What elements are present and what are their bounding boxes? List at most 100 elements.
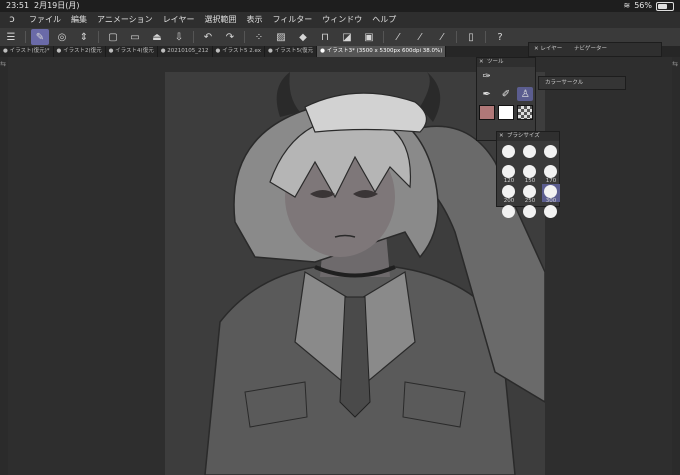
expand-icon[interactable]: ⇕ <box>75 29 93 45</box>
stabilizer-low-icon[interactable]: ⁄ <box>389 29 407 45</box>
toolbar-divider <box>193 31 194 43</box>
menu-file[interactable]: ファイル <box>24 12 66 28</box>
modifier-key-icon[interactable]: ◎ <box>53 29 71 45</box>
brush-size-option[interactable] <box>521 144 539 162</box>
brush-size-option[interactable] <box>521 204 539 222</box>
brush-size-option[interactable]: 170 <box>542 164 560 184</box>
brush-tip-icon <box>523 145 536 158</box>
tool-row: ✑ <box>477 67 535 85</box>
fill-tool-icon[interactable]: ♙ <box>517 87 534 101</box>
toolbar-divider <box>485 31 486 43</box>
wifi-icon: ≋ <box>623 1 631 10</box>
brush-tip-icon <box>544 145 557 158</box>
document-tab[interactable]: ● イラスト5(復元 <box>265 46 318 57</box>
layer-panel-tab[interactable]: ✕ レイヤー ナビゲーター <box>528 42 662 57</box>
document-tab[interactable]: ● イラスト2(復元 <box>54 46 106 57</box>
document-tab-label: イラスト5 2.ex <box>222 48 262 54</box>
empty-slot <box>498 69 514 83</box>
main-color-swatch[interactable] <box>478 104 495 120</box>
document-tab-active[interactable]: ● イラスト3* (3500 x 5300px 600dpi 38.0%) <box>317 46 447 57</box>
brush-size-option[interactable]: 250 <box>521 184 539 204</box>
battery-icon <box>656 1 674 11</box>
brush-size-palette: ✕ ブラシサイズ 120 150 170 200 250 300 <box>496 131 560 218</box>
undo-icon[interactable]: ↶ <box>199 29 217 45</box>
menu-view[interactable]: 表示 <box>241 12 267 28</box>
new-file-icon[interactable]: ▢ <box>104 29 122 45</box>
battery-fill <box>658 3 667 9</box>
eraser-tool-icon[interactable]: ✐ <box>498 87 514 101</box>
menu-bar: ↄ ファイル 編集 アニメーション レイヤー 選択範囲 表示 フィルター ウィン… <box>0 12 680 28</box>
document-tab-label: 20210105_212 <box>167 48 209 54</box>
tool-palette: ✕ ツール ✑ ✒ ✐ ♙ <box>476 57 536 141</box>
eyedropper-icon[interactable]: ✑ <box>479 69 495 83</box>
brush-tip-icon <box>544 165 557 178</box>
color-row <box>477 103 535 121</box>
open-folder-icon[interactable]: ▭ <box>126 29 144 45</box>
brush-size-option[interactable]: 120 <box>500 164 518 184</box>
close-icon[interactable]: ✕ <box>499 132 504 141</box>
pen-tool-icon[interactable]: ✒ <box>479 87 495 101</box>
brush-size-title: ブラシサイズ <box>507 133 540 139</box>
layer-panel-label: レイヤー <box>540 46 563 52</box>
toolbar-divider <box>456 31 457 43</box>
document-tab-label: イラスト5(復元 <box>274 48 314 54</box>
menu-window[interactable]: ウィンドウ <box>317 12 367 28</box>
menu-selection[interactable]: 選択範囲 <box>199 12 241 28</box>
edit-mode-icon[interactable]: ✎ <box>31 29 49 45</box>
menu-help[interactable]: ヘルプ <box>367 12 401 28</box>
brush-tip-icon <box>544 205 557 218</box>
brush-size-option[interactable] <box>542 144 560 162</box>
deselect-icon[interactable]: ▨ <box>272 29 290 45</box>
sub-color-swatch[interactable] <box>497 104 514 120</box>
transform-icon[interactable]: ▣ <box>360 29 378 45</box>
toolbar-divider <box>98 31 99 43</box>
app-logo-icon[interactable]: ↄ <box>0 12 24 28</box>
brush-tip-icon <box>523 185 536 198</box>
toolbar-divider <box>25 31 26 43</box>
brush-tip-icon <box>502 145 515 158</box>
close-icon[interactable]: ✕ <box>529 46 539 52</box>
hamburger-menu-icon[interactable]: ☰ <box>2 29 20 45</box>
stabilizer-mid-icon[interactable]: ⁄ <box>411 29 429 45</box>
redo-icon[interactable]: ↷ <box>221 29 239 45</box>
brush-size-grid: 120 150 170 200 250 300 <box>497 141 560 225</box>
help-icon[interactable]: ? <box>491 29 509 45</box>
crop-icon[interactable]: ⊓ <box>316 29 334 45</box>
device-icon[interactable]: ▯ <box>462 29 480 45</box>
color-wheel-panel-tab[interactable]: カラーサークル <box>538 76 626 90</box>
fill-icon[interactable]: ◆ <box>294 29 312 45</box>
brush-size-option[interactable]: 200 <box>500 184 518 204</box>
document-tab-label: イラスト(復元)* <box>9 48 50 54</box>
document-tab[interactable]: ● 20210105_212 <box>158 46 213 57</box>
menu-layer[interactable]: レイヤー <box>158 12 200 28</box>
select-all-icon[interactable]: ⁘ <box>250 29 268 45</box>
brush-size-option[interactable] <box>542 204 560 222</box>
save-icon[interactable]: ⏏ <box>148 29 166 45</box>
battery-percent: 56% <box>634 1 652 10</box>
document-tab[interactable]: ● イラスト4(復元 <box>106 46 158 57</box>
empty-slot <box>517 69 533 83</box>
status-time: 23:51 <box>6 1 30 10</box>
brush-size-option[interactable]: 150 <box>521 164 539 184</box>
menu-filter[interactable]: フィルター <box>267 12 317 28</box>
navigator-panel-label[interactable]: ナビゲーター <box>564 46 607 52</box>
brush-size-option-selected[interactable]: 300 <box>542 184 560 204</box>
clear-icon[interactable]: ◪ <box>338 29 356 45</box>
document-tab[interactable]: ● イラスト5 2.ex <box>213 46 266 57</box>
menu-animation[interactable]: アニメーション <box>92 12 158 28</box>
tool-palette-title: ツール <box>487 59 504 65</box>
export-icon[interactable]: ⇩ <box>170 29 188 45</box>
transparent-color-swatch[interactable] <box>517 104 534 120</box>
document-tab[interactable]: ● イラスト(復元)* <box>0 46 54 57</box>
stabilizer-high-icon[interactable]: ⁄ <box>433 29 451 45</box>
tool-row: ✒ ✐ ♙ <box>477 85 535 103</box>
left-dock-handle-icon[interactable]: ⇆ <box>0 60 6 68</box>
right-dock-handle-icon[interactable]: ⇆ <box>672 60 678 68</box>
status-bar: 23:51 2月19日(月) ≋ 56% <box>0 0 680 12</box>
toolbar-divider <box>244 31 245 43</box>
brush-tip-icon <box>502 205 515 218</box>
brush-size-option[interactable] <box>500 204 518 222</box>
close-icon[interactable]: ✕ <box>479 58 484 67</box>
brush-size-option[interactable] <box>500 144 518 162</box>
menu-edit[interactable]: 編集 <box>66 12 92 28</box>
